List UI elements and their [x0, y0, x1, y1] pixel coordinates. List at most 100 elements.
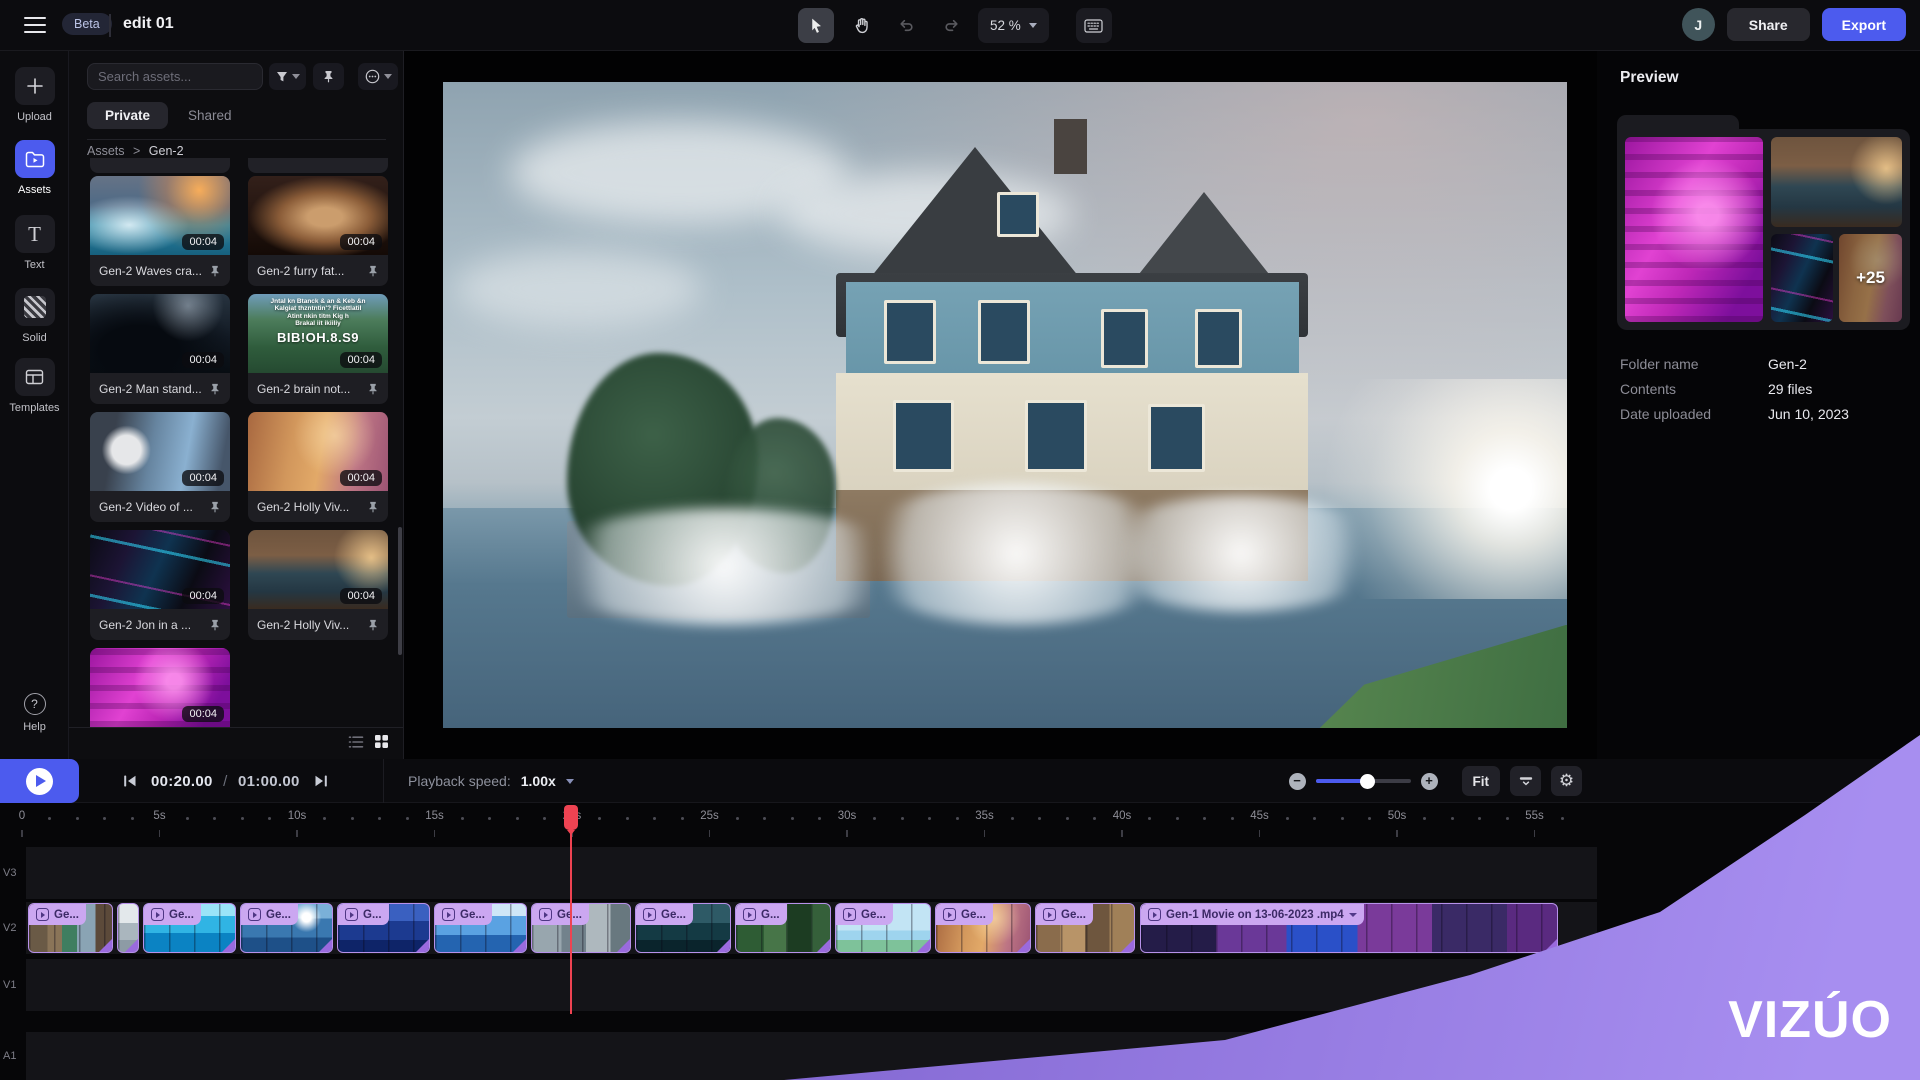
pin-icon[interactable]	[209, 265, 221, 277]
attic-window	[997, 192, 1039, 237]
ruler-dot	[763, 817, 766, 820]
asset-card[interactable]: 00:04Gen-2 Holly Viv...	[248, 412, 388, 522]
zoom-level-value: 52 %	[990, 18, 1021, 33]
ruler-dot	[48, 817, 51, 820]
asset-card[interactable]: 00:04Gen-2 furry fat...	[248, 176, 388, 286]
asset-card-partial[interactable]	[90, 158, 230, 173]
zoom-out-button[interactable]: −	[1289, 773, 1306, 790]
breadcrumb-root[interactable]: Assets	[87, 144, 125, 158]
ruler-dot	[378, 817, 381, 820]
timeline-clip[interactable]: Ge...	[434, 903, 527, 953]
clip-play-icon	[539, 908, 552, 921]
pin-icon[interactable]	[367, 383, 379, 395]
timeline-clip[interactable]: Ge...	[531, 903, 631, 953]
timeline-clip[interactable]: G...	[337, 903, 430, 953]
time-separator: /	[223, 773, 227, 790]
project-title[interactable]: edit 01	[123, 15, 174, 33]
zoom-level-dropdown[interactable]: 52 %	[978, 8, 1049, 43]
fit-track-height-button[interactable]	[1510, 766, 1541, 796]
chevron-down-icon[interactable]	[1349, 913, 1357, 917]
share-button[interactable]: Share	[1727, 8, 1810, 41]
ruler-dot	[1506, 817, 1509, 820]
list-view-icon[interactable]	[348, 735, 364, 749]
tab-shared[interactable]: Shared	[168, 102, 252, 129]
tab-private[interactable]: Private	[87, 102, 168, 129]
sidebar-item-templates[interactable]: Templates	[0, 358, 69, 414]
more-options-button[interactable]	[358, 63, 398, 90]
playback-speed-dropdown[interactable]: Playback speed: 1.00x	[408, 759, 574, 803]
menu-icon[interactable]	[24, 15, 46, 35]
folder-preview-card[interactable]: +25	[1617, 129, 1910, 330]
timeline-clip[interactable]: Ge...	[1035, 903, 1135, 953]
timeline-zoom-slider[interactable]	[1316, 779, 1411, 783]
scrollbar-thumb[interactable]	[398, 527, 402, 655]
user-avatar[interactable]: J	[1682, 8, 1715, 41]
sidebar-item-text[interactable]: T Text	[0, 215, 69, 271]
pin-filter-button[interactable]	[313, 63, 344, 90]
track-lane-a1[interactable]	[26, 1032, 1597, 1080]
timeline-clip[interactable]: Ge...	[935, 903, 1031, 953]
playhead-handle[interactable]	[564, 805, 578, 830]
timeline-clip[interactable]: Ge...	[635, 903, 731, 953]
shortcuts-button[interactable]	[1076, 8, 1112, 43]
asset-card[interactable]: Jntal kn Btanck & an & Keb &nKalgiat thz…	[248, 294, 388, 404]
timeline-clip[interactable]: Ge...	[143, 903, 236, 953]
timeline-clip[interactable]: Gen-1 Movie on 13-06-2023 .mp4	[1140, 903, 1558, 953]
sidebar-item-label: Templates	[9, 402, 59, 414]
toolbar: 52 %	[798, 8, 1112, 43]
fit-button[interactable]: Fit	[1462, 766, 1501, 796]
asset-thumbnail-beach-party: 00:04	[248, 412, 388, 491]
clip-play-icon	[248, 908, 261, 921]
timeline-ruler[interactable]: 05s10s15s20s25s30s35s40s45s50s55s	[0, 803, 1920, 841]
pin-icon[interactable]	[209, 501, 221, 513]
help-icon: ?	[24, 693, 46, 715]
grid-view-icon[interactable]	[374, 734, 389, 749]
clip-play-icon	[36, 908, 49, 921]
asset-card[interactable]: 00:04	[90, 648, 230, 727]
skip-start-icon[interactable]	[122, 773, 138, 789]
asset-card[interactable]: 00:04Gen-2 Jon in a ...	[90, 530, 230, 640]
asset-card[interactable]: 00:04Gen-2 Video of ...	[90, 412, 230, 522]
timeline-clip[interactable]: Ge...	[240, 903, 333, 953]
sidebar-item-label: Help	[23, 721, 46, 733]
sidebar-item-assets[interactable]: Assets	[0, 140, 69, 196]
timeline-clip[interactable]: Ge...	[835, 903, 931, 953]
skip-end-icon[interactable]	[313, 773, 329, 789]
pin-icon[interactable]	[209, 619, 221, 631]
collage-thumb-beach: +25	[1839, 234, 1902, 322]
timeline-clip[interactable]	[117, 903, 139, 953]
slider-knob[interactable]	[1360, 774, 1375, 789]
asset-thumbnail-neon-jon: 00:04	[90, 530, 230, 609]
asset-card[interactable]: 00:04Gen-2 Waves cra...	[90, 176, 230, 286]
sidebar-item-upload[interactable]: Upload	[0, 67, 69, 123]
left-sidebar: Upload Assets T Text Solid Templates ? H…	[0, 51, 69, 759]
track-lane-v3[interactable]	[26, 847, 1597, 899]
duration-badge: 00:04	[340, 234, 382, 250]
redo-button[interactable]	[933, 8, 969, 43]
track-lane-v1[interactable]	[26, 959, 1597, 1011]
select-tool-button[interactable]	[798, 8, 834, 43]
undo-button[interactable]	[888, 8, 924, 43]
ruler-dot	[461, 817, 464, 820]
search-input[interactable]	[87, 63, 263, 90]
filter-button[interactable]	[269, 63, 306, 90]
zoom-in-button[interactable]: +	[1421, 773, 1438, 790]
pin-icon[interactable]	[209, 383, 221, 395]
asset-card[interactable]: 00:04Gen-2 Holly Viv...	[248, 530, 388, 640]
pan-tool-button[interactable]	[843, 8, 879, 43]
ruler-dot	[1148, 817, 1151, 820]
clip-label: Ge...	[169, 909, 194, 921]
timeline-clip[interactable]: G...	[735, 903, 831, 953]
pin-icon[interactable]	[367, 619, 379, 631]
pin-icon[interactable]	[367, 501, 379, 513]
sidebar-item-help[interactable]: ? Help	[0, 693, 69, 733]
sidebar-item-solid[interactable]: Solid	[0, 288, 69, 344]
timeline-clip[interactable]: Ge...	[28, 903, 113, 953]
play-button[interactable]	[0, 759, 79, 803]
asset-card-partial[interactable]	[248, 158, 388, 173]
asset-card[interactable]: 00:04Gen-2 Man stand...	[90, 294, 230, 404]
timeline-settings-button[interactable]: ⚙	[1551, 766, 1582, 796]
pin-icon[interactable]	[367, 265, 379, 277]
asset-name: Gen-2 Waves cra...	[99, 264, 203, 278]
export-button[interactable]: Export	[1822, 8, 1906, 41]
